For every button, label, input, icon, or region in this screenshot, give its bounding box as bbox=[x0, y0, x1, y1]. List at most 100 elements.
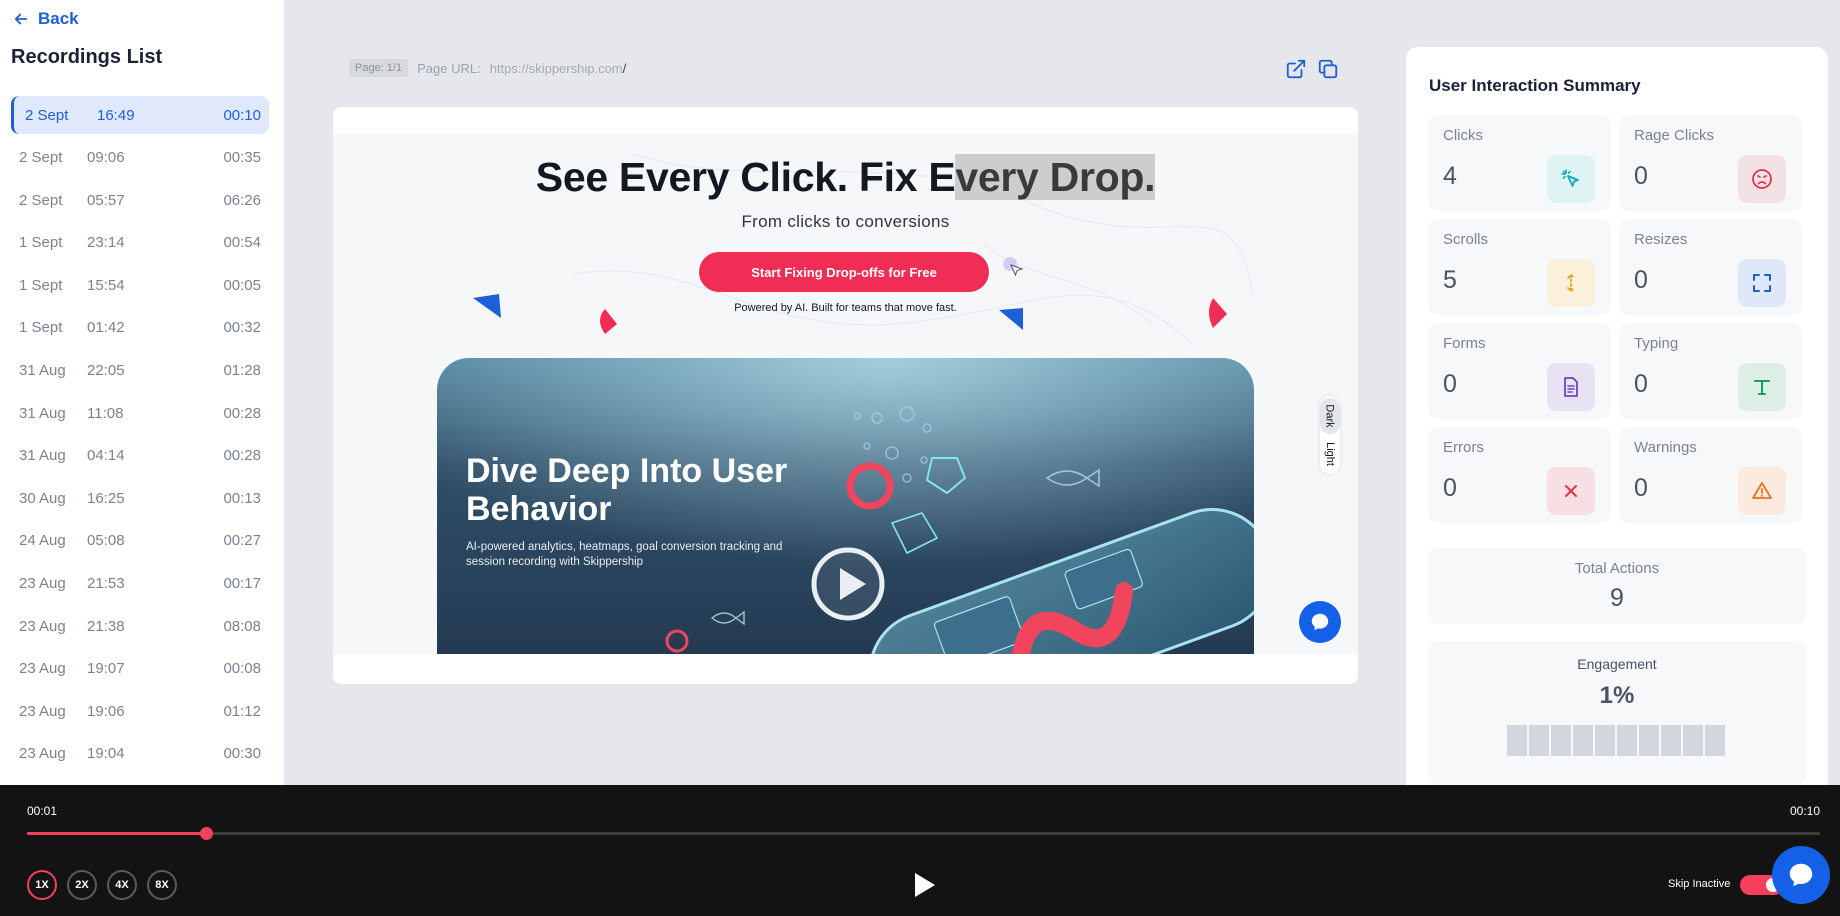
engagement-label: Engagement bbox=[1577, 656, 1657, 672]
recording-row[interactable]: 2 Sept 05:57 06:26 bbox=[11, 181, 269, 219]
recording-duration: 00:27 bbox=[223, 532, 261, 550]
stat-value: 4 bbox=[1443, 162, 1457, 190]
hero-headline-selection: very Drop. bbox=[955, 154, 1156, 200]
support-chat-button[interactable] bbox=[1772, 846, 1830, 904]
recording-time: 21:38 bbox=[87, 617, 125, 635]
engagement-segment bbox=[1661, 725, 1681, 756]
recording-date: 2 Sept bbox=[19, 149, 63, 167]
recording-row[interactable]: 2 Sept 09:06 00:35 bbox=[11, 139, 269, 177]
engagement-segment bbox=[1639, 725, 1659, 756]
recording-time: 01:42 bbox=[87, 319, 125, 337]
recording-row[interactable]: 1 Sept 01:42 00:32 bbox=[11, 309, 269, 347]
engagement-segment bbox=[1595, 725, 1615, 756]
recording-time: 16:25 bbox=[87, 489, 125, 507]
recording-row[interactable]: 1 Sept 15:54 00:05 bbox=[11, 266, 269, 304]
recording-row[interactable]: 24 Aug 05:08 00:27 bbox=[11, 522, 269, 560]
stat-card-forms: Forms 0 bbox=[1428, 323, 1611, 419]
recording-row[interactable]: 31 Aug 22:05 01:28 bbox=[11, 352, 269, 390]
recording-row[interactable]: 31 Aug 04:14 00:28 bbox=[11, 437, 269, 475]
recording-row[interactable]: 30 Aug 16:25 00:13 bbox=[11, 479, 269, 517]
total-actions-card: Total Actions 9 bbox=[1428, 548, 1806, 624]
recording-row[interactable]: 1 Sept 23:14 00:54 bbox=[11, 224, 269, 262]
recording-date: 31 Aug bbox=[19, 362, 66, 380]
recording-row[interactable]: 23 Aug 19:07 00:08 bbox=[11, 650, 269, 688]
video-play-icon[interactable] bbox=[810, 546, 886, 622]
recording-row[interactable]: 31 Aug 11:08 00:28 bbox=[11, 394, 269, 432]
open-external-button[interactable] bbox=[1285, 58, 1307, 80]
recording-date: 23 Aug bbox=[19, 617, 66, 635]
stat-label: Rage Clicks bbox=[1634, 127, 1715, 144]
recording-date: 23 Aug bbox=[19, 660, 66, 678]
recording-time: 05:08 bbox=[87, 532, 125, 550]
recording-row[interactable]: 2 Sept 16:49 00:10 bbox=[11, 96, 269, 134]
playback-controls: 00:01 00:10 1X 2X 4X 8X Skip Inactive bbox=[0, 785, 1840, 916]
engagement-segment bbox=[1705, 725, 1725, 756]
recording-time: 21:53 bbox=[87, 575, 125, 593]
timeline-scrubber[interactable] bbox=[200, 827, 214, 840]
page-url-path: / bbox=[622, 60, 627, 76]
recording-row[interactable]: 23 Aug 19:04 00:30 bbox=[11, 735, 269, 773]
speed-2x-button[interactable]: 2X bbox=[67, 870, 97, 900]
chat-bubble-icon bbox=[1311, 613, 1329, 631]
theme-toggle[interactable]: Dark Light bbox=[1320, 396, 1340, 474]
stat-value: 0 bbox=[1634, 162, 1648, 190]
current-time: 00:01 bbox=[27, 804, 58, 818]
hero-video-card: Dive Deep Into User Behavior AI-powered … bbox=[437, 358, 1254, 654]
arrow-left-icon bbox=[14, 13, 28, 25]
stat-card-resizes: Resizes 0 bbox=[1619, 219, 1802, 315]
replayed-page-hero: See Every Click. Fix Every Drop. From cl… bbox=[333, 134, 1358, 654]
cursor-click-icon bbox=[1547, 155, 1595, 203]
preview-chat-button[interactable] bbox=[1299, 601, 1341, 643]
theme-dark-option[interactable]: Dark bbox=[1320, 398, 1340, 434]
recording-duration: 01:12 bbox=[223, 702, 261, 720]
engagement-segment bbox=[1683, 725, 1703, 756]
stat-card-warnings: Warnings 0 bbox=[1619, 427, 1802, 523]
recording-duration: 00:28 bbox=[223, 404, 261, 422]
engagement-segment bbox=[1573, 725, 1593, 756]
hero-headline-text: See Every Click. Fix E bbox=[535, 154, 956, 200]
recording-duration: 00:08 bbox=[223, 660, 261, 678]
stat-value: 0 bbox=[1634, 474, 1648, 502]
recording-time: 11:08 bbox=[87, 404, 124, 422]
back-label: Back bbox=[38, 9, 79, 28]
stat-label: Typing bbox=[1634, 335, 1679, 352]
warning-triangle-icon bbox=[1738, 467, 1786, 515]
stat-label: Errors bbox=[1443, 439, 1484, 456]
speed-1x-button[interactable]: 1X bbox=[27, 870, 57, 900]
stat-label: Scrolls bbox=[1443, 231, 1489, 248]
stat-label: Clicks bbox=[1443, 127, 1483, 144]
resize-frame-icon bbox=[1738, 259, 1786, 307]
recording-row[interactable]: 23 Aug 21:53 00:17 bbox=[11, 565, 269, 603]
recording-duration: 00:28 bbox=[223, 447, 261, 465]
video-description: AI-powered analytics, heatmaps, goal con… bbox=[466, 541, 783, 568]
recording-time: 16:49 bbox=[97, 106, 135, 124]
recording-time: 22:05 bbox=[87, 362, 125, 380]
stat-value: 5 bbox=[1443, 266, 1457, 294]
total-time: 00:10 bbox=[1789, 804, 1820, 818]
stat-value: 0 bbox=[1634, 266, 1648, 294]
recordings-list-title: Recordings List bbox=[11, 46, 163, 68]
recording-duration: 00:30 bbox=[223, 745, 261, 763]
page-url-value[interactable]: https://skippership.com bbox=[490, 61, 623, 76]
recording-date: 30 Aug bbox=[19, 489, 66, 507]
page-url-label: Page URL: bbox=[417, 60, 481, 76]
copy-url-button[interactable] bbox=[1317, 58, 1339, 80]
back-button[interactable]: Back bbox=[12, 9, 79, 29]
play-icon[interactable] bbox=[912, 872, 936, 898]
timeline-track[interactable] bbox=[27, 827, 1820, 840]
recording-date: 24 Aug bbox=[19, 532, 66, 550]
recording-duration: 00:13 bbox=[223, 489, 261, 507]
recording-time: 15:54 bbox=[87, 276, 125, 294]
speed-8x-button[interactable]: 8X bbox=[147, 870, 177, 900]
recording-time: 23:14 bbox=[87, 234, 125, 252]
skip-inactive-label: Skip Inactive bbox=[1668, 878, 1731, 890]
timeline-progress bbox=[27, 832, 207, 835]
theme-light-option[interactable]: Light bbox=[1320, 436, 1340, 472]
speed-4x-button[interactable]: 4X bbox=[107, 870, 137, 900]
recording-row[interactable]: 23 Aug 21:38 08:08 bbox=[11, 607, 269, 645]
interaction-summary-panel: User Interaction Summary Clicks 4 Rage Cli… bbox=[1406, 47, 1828, 785]
stat-card-clicks: Clicks 4 bbox=[1428, 115, 1611, 211]
hero-cta-button[interactable]: Start Fixing Drop-offs for Free bbox=[699, 252, 989, 292]
page-count-badge: Page: 1/1 bbox=[349, 59, 409, 77]
recording-row[interactable]: 23 Aug 19:06 01:12 bbox=[11, 692, 269, 730]
